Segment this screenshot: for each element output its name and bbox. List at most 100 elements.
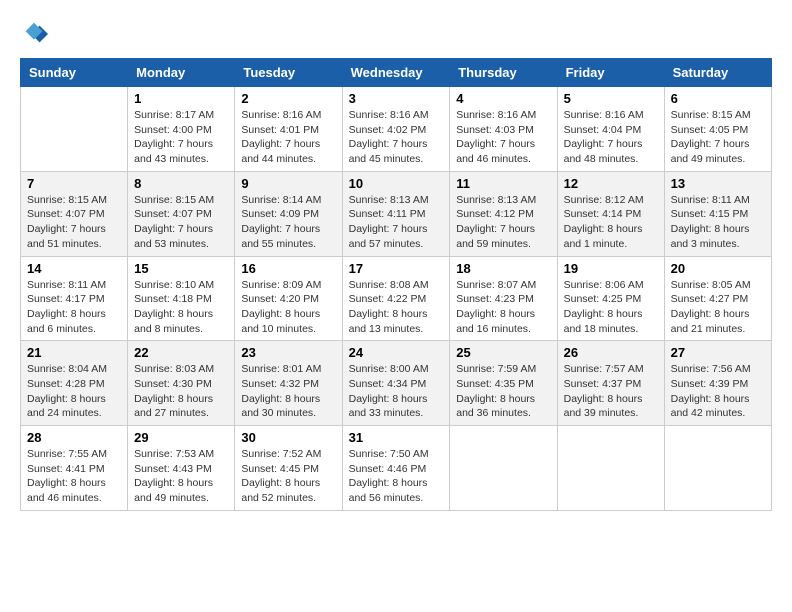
day-info: Sunrise: 8:17 AM Sunset: 4:00 PM Dayligh… [134, 108, 228, 167]
day-number: 14 [27, 261, 121, 276]
day-number: 10 [349, 176, 444, 191]
day-info: Sunrise: 8:13 AM Sunset: 4:11 PM Dayligh… [349, 193, 444, 252]
day-info: Sunrise: 7:57 AM Sunset: 4:37 PM Dayligh… [564, 362, 658, 421]
calendar-cell: 2 Sunrise: 8:16 AM Sunset: 4:01 PM Daylig… [235, 87, 342, 172]
day-info: Sunrise: 7:55 AM Sunset: 4:41 PM Dayligh… [27, 447, 121, 506]
day-number: 16 [241, 261, 335, 276]
calendar-cell: 29 Sunrise: 7:53 AM Sunset: 4:43 PM Dayli… [128, 426, 235, 511]
calendar-cell: 30 Sunrise: 7:52 AM Sunset: 4:45 PM Dayli… [235, 426, 342, 511]
calendar-cell: 21 Sunrise: 8:04 AM Sunset: 4:28 PM Dayli… [21, 341, 128, 426]
calendar-cell: 9Sunrise: 8:14 AM Sunset: 4:09 PM Daylig… [235, 171, 342, 256]
day-number: 19 [564, 261, 658, 276]
calendar-table: SundayMondayTuesdayWednesdayThursdayFrid… [20, 58, 772, 511]
calendar-cell: 5 Sunrise: 8:16 AM Sunset: 4:04 PM Daylig… [557, 87, 664, 172]
calendar-cell [664, 426, 771, 511]
day-number: 4 [456, 91, 550, 106]
day-info: Sunrise: 8:01 AM Sunset: 4:32 PM Dayligh… [241, 362, 335, 421]
day-number: 2 [241, 91, 335, 106]
calendar-cell: 26Sunrise: 7:57 AM Sunset: 4:37 PM Dayli… [557, 341, 664, 426]
day-info: Sunrise: 7:59 AM Sunset: 4:35 PM Dayligh… [456, 362, 550, 421]
day-number: 30 [241, 430, 335, 445]
day-number: 12 [564, 176, 658, 191]
calendar-cell: 31 Sunrise: 7:50 AM Sunset: 4:46 PM Dayli… [342, 426, 450, 511]
day-number: 13 [671, 176, 765, 191]
day-number: 21 [27, 345, 121, 360]
day-number: 8 [134, 176, 228, 191]
day-info: Sunrise: 7:56 AM Sunset: 4:39 PM Dayligh… [671, 362, 765, 421]
calendar-cell: 24 Sunrise: 8:00 AM Sunset: 4:34 PM Dayli… [342, 341, 450, 426]
weekday-header-tuesday: Tuesday [235, 59, 342, 87]
day-info: Sunrise: 8:08 AM Sunset: 4:22 PM Dayligh… [349, 278, 444, 337]
calendar-cell: 17 Sunrise: 8:08 AM Sunset: 4:22 PM Dayli… [342, 256, 450, 341]
day-info: Sunrise: 8:09 AM Sunset: 4:20 PM Dayligh… [241, 278, 335, 337]
calendar-cell: 27 Sunrise: 7:56 AM Sunset: 4:39 PM Dayli… [664, 341, 771, 426]
day-info: Sunrise: 7:52 AM Sunset: 4:45 PM Dayligh… [241, 447, 335, 506]
day-info: Sunrise: 8:16 AM Sunset: 4:03 PM Dayligh… [456, 108, 550, 167]
day-info: Sunrise: 8:16 AM Sunset: 4:04 PM Dayligh… [564, 108, 658, 167]
calendar-cell: 1 Sunrise: 8:17 AM Sunset: 4:00 PM Daylig… [128, 87, 235, 172]
calendar-cell: 3Sunrise: 8:16 AM Sunset: 4:02 PM Daylig… [342, 87, 450, 172]
weekday-header-thursday: Thursday [450, 59, 557, 87]
calendar-cell: 28 Sunrise: 7:55 AM Sunset: 4:41 PM Dayli… [21, 426, 128, 511]
calendar-cell [450, 426, 557, 511]
calendar-cell: 10 Sunrise: 8:13 AM Sunset: 4:11 PM Dayli… [342, 171, 450, 256]
calendar-week-3: 14 Sunrise: 8:11 AM Sunset: 4:17 PM Dayli… [21, 256, 772, 341]
day-info: Sunrise: 7:50 AM Sunset: 4:46 PM Dayligh… [349, 447, 444, 506]
day-number: 11 [456, 176, 550, 191]
calendar-cell: 4 Sunrise: 8:16 AM Sunset: 4:03 PM Daylig… [450, 87, 557, 172]
calendar-cell: 19 Sunrise: 8:06 AM Sunset: 4:25 PM Dayli… [557, 256, 664, 341]
weekday-header-saturday: Saturday [664, 59, 771, 87]
calendar-cell: 20 Sunrise: 8:05 AM Sunset: 4:27 PM Dayli… [664, 256, 771, 341]
calendar-week-2: 7 Sunrise: 8:15 AM Sunset: 4:07 PM Daylig… [21, 171, 772, 256]
day-info: Sunrise: 8:12 AM Sunset: 4:14 PM Dayligh… [564, 193, 658, 252]
calendar-cell: 6Sunrise: 8:15 AM Sunset: 4:05 PM Daylig… [664, 87, 771, 172]
day-info: Sunrise: 8:06 AM Sunset: 4:25 PM Dayligh… [564, 278, 658, 337]
day-number: 7 [27, 176, 121, 191]
day-number: 1 [134, 91, 228, 106]
calendar-cell: 22 Sunrise: 8:03 AM Sunset: 4:30 PM Dayli… [128, 341, 235, 426]
weekday-header-wednesday: Wednesday [342, 59, 450, 87]
calendar-cell: 8Sunrise: 8:15 AM Sunset: 4:07 PM Daylig… [128, 171, 235, 256]
calendar-cell: 16 Sunrise: 8:09 AM Sunset: 4:20 PM Dayli… [235, 256, 342, 341]
day-info: Sunrise: 8:11 AM Sunset: 4:15 PM Dayligh… [671, 193, 765, 252]
calendar-week-1: 1 Sunrise: 8:17 AM Sunset: 4:00 PM Daylig… [21, 87, 772, 172]
calendar-cell: 18Sunrise: 8:07 AM Sunset: 4:23 PM Dayli… [450, 256, 557, 341]
day-number: 20 [671, 261, 765, 276]
calendar-cell: 12 Sunrise: 8:12 AM Sunset: 4:14 PM Dayli… [557, 171, 664, 256]
day-info: Sunrise: 8:05 AM Sunset: 4:27 PM Dayligh… [671, 278, 765, 337]
day-info: Sunrise: 8:13 AM Sunset: 4:12 PM Dayligh… [456, 193, 550, 252]
day-info: Sunrise: 8:11 AM Sunset: 4:17 PM Dayligh… [27, 278, 121, 337]
calendar-cell: 25 Sunrise: 7:59 AM Sunset: 4:35 PM Dayli… [450, 341, 557, 426]
day-info: Sunrise: 7:53 AM Sunset: 4:43 PM Dayligh… [134, 447, 228, 506]
weekday-header-friday: Friday [557, 59, 664, 87]
calendar-week-5: 28 Sunrise: 7:55 AM Sunset: 4:41 PM Dayli… [21, 426, 772, 511]
day-info: Sunrise: 8:16 AM Sunset: 4:01 PM Dayligh… [241, 108, 335, 167]
day-info: Sunrise: 8:07 AM Sunset: 4:23 PM Dayligh… [456, 278, 550, 337]
day-number: 25 [456, 345, 550, 360]
calendar-cell: 11 Sunrise: 8:13 AM Sunset: 4:12 PM Dayli… [450, 171, 557, 256]
day-number: 27 [671, 345, 765, 360]
day-number: 31 [349, 430, 444, 445]
calendar-cell: 13 Sunrise: 8:11 AM Sunset: 4:15 PM Dayli… [664, 171, 771, 256]
day-number: 15 [134, 261, 228, 276]
day-info: Sunrise: 8:10 AM Sunset: 4:18 PM Dayligh… [134, 278, 228, 337]
day-info: Sunrise: 8:03 AM Sunset: 4:30 PM Dayligh… [134, 362, 228, 421]
day-number: 22 [134, 345, 228, 360]
day-info: Sunrise: 8:04 AM Sunset: 4:28 PM Dayligh… [27, 362, 121, 421]
day-number: 29 [134, 430, 228, 445]
calendar-cell: 15 Sunrise: 8:10 AM Sunset: 4:18 PM Dayli… [128, 256, 235, 341]
calendar-week-4: 21 Sunrise: 8:04 AM Sunset: 4:28 PM Dayli… [21, 341, 772, 426]
day-number: 28 [27, 430, 121, 445]
day-number: 23 [241, 345, 335, 360]
day-info: Sunrise: 8:15 AM Sunset: 4:07 PM Dayligh… [27, 193, 121, 252]
logo [20, 20, 52, 48]
calendar-header-row: SundayMondayTuesdayWednesdayThursdayFrid… [21, 59, 772, 87]
weekday-header-monday: Monday [128, 59, 235, 87]
logo-icon [20, 20, 48, 48]
day-number: 5 [564, 91, 658, 106]
day-info: Sunrise: 8:00 AM Sunset: 4:34 PM Dayligh… [349, 362, 444, 421]
day-number: 24 [349, 345, 444, 360]
day-number: 17 [349, 261, 444, 276]
day-number: 9 [241, 176, 335, 191]
calendar-cell: 23 Sunrise: 8:01 AM Sunset: 4:32 PM Dayli… [235, 341, 342, 426]
